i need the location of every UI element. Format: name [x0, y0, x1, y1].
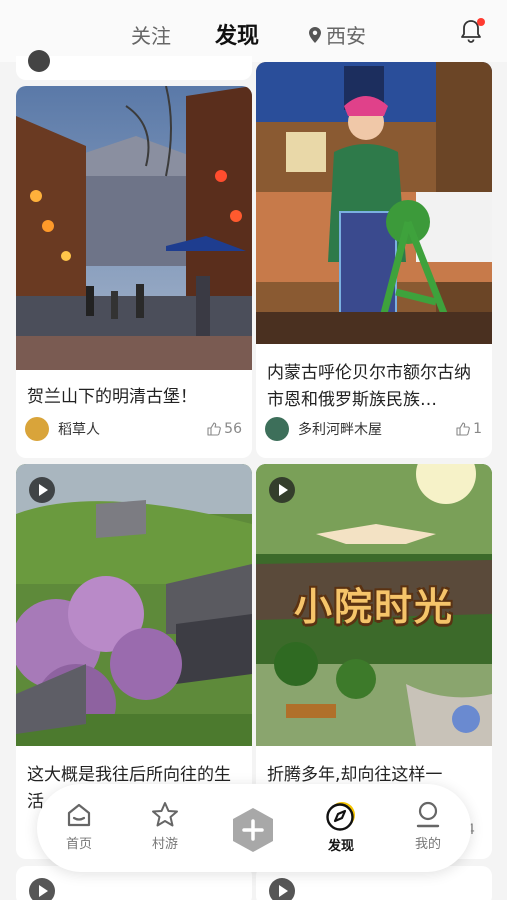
card-image: 小院时光	[256, 464, 492, 746]
avatar[interactable]	[25, 417, 49, 441]
profile-icon	[416, 801, 440, 828]
nav-label: 村游	[151, 837, 178, 852]
compass-icon	[326, 802, 355, 831]
avatar	[28, 50, 50, 72]
nav-item-village-tour[interactable]: 村游	[135, 800, 195, 852]
location-pin-icon	[309, 26, 321, 43]
thumbs-up-icon	[456, 422, 470, 436]
video-overlay-title: 小院时光	[293, 585, 454, 629]
thumbs-up-icon	[207, 422, 222, 436]
feed-card[interactable]: 内蒙古呼伦贝尔市额尔古纳市恩和俄罗斯族民族… 多利河畔木屋 1	[256, 62, 492, 458]
notification-badge	[477, 18, 485, 26]
nav-item-profile[interactable]: 我的	[398, 800, 458, 852]
video-play-icon[interactable]	[269, 477, 295, 503]
author-name[interactable]: 多利河畔木屋	[298, 419, 456, 439]
nav-item-home[interactable]: 首页	[49, 800, 109, 852]
card-title: 内蒙古呼伦贝尔市额尔古纳市恩和俄罗斯族民族…	[267, 363, 471, 410]
like-count-value: 1	[473, 421, 482, 437]
like-count[interactable]: 1	[456, 421, 482, 437]
card-title: 贺兰山下的明清古堡！	[27, 387, 197, 407]
author-name[interactable]: 稻草人	[58, 419, 207, 439]
video-play-icon[interactable]	[29, 477, 55, 503]
nav-item-discover[interactable]: 发现	[311, 800, 371, 854]
tab-follow[interactable]: 关注	[131, 20, 171, 49]
card-meta: 稻草人 56	[25, 416, 242, 442]
top-bar: 关注 发现 西安	[0, 0, 507, 62]
like-count[interactable]: 56	[207, 421, 242, 437]
video-play-icon[interactable]	[269, 878, 295, 900]
nav-label: 我的	[414, 837, 441, 852]
nav-label: 首页	[65, 837, 92, 852]
feed-card[interactable]: 贺兰山下的明清古堡！ 稻草人 56	[16, 86, 252, 458]
video-play-icon[interactable]	[29, 878, 55, 900]
card-image	[16, 464, 252, 746]
nav-label: 发现	[327, 839, 354, 854]
card-meta: 多利河畔木屋 1	[265, 416, 482, 442]
feed-card-peek[interactable]	[16, 50, 252, 80]
card-image	[256, 62, 492, 344]
bottom-nav: 首页 村游 发现 我的	[37, 784, 471, 872]
star-icon	[152, 802, 178, 827]
home-icon	[67, 803, 91, 827]
tab-discover[interactable]: 发现	[215, 18, 259, 50]
tab-city[interactable]: 西安	[308, 20, 366, 49]
like-count-value: 56	[224, 421, 242, 437]
avatar[interactable]	[265, 417, 289, 441]
card-image	[16, 86, 252, 370]
city-label: 西安	[326, 24, 366, 48]
plus-icon[interactable]	[230, 806, 276, 854]
